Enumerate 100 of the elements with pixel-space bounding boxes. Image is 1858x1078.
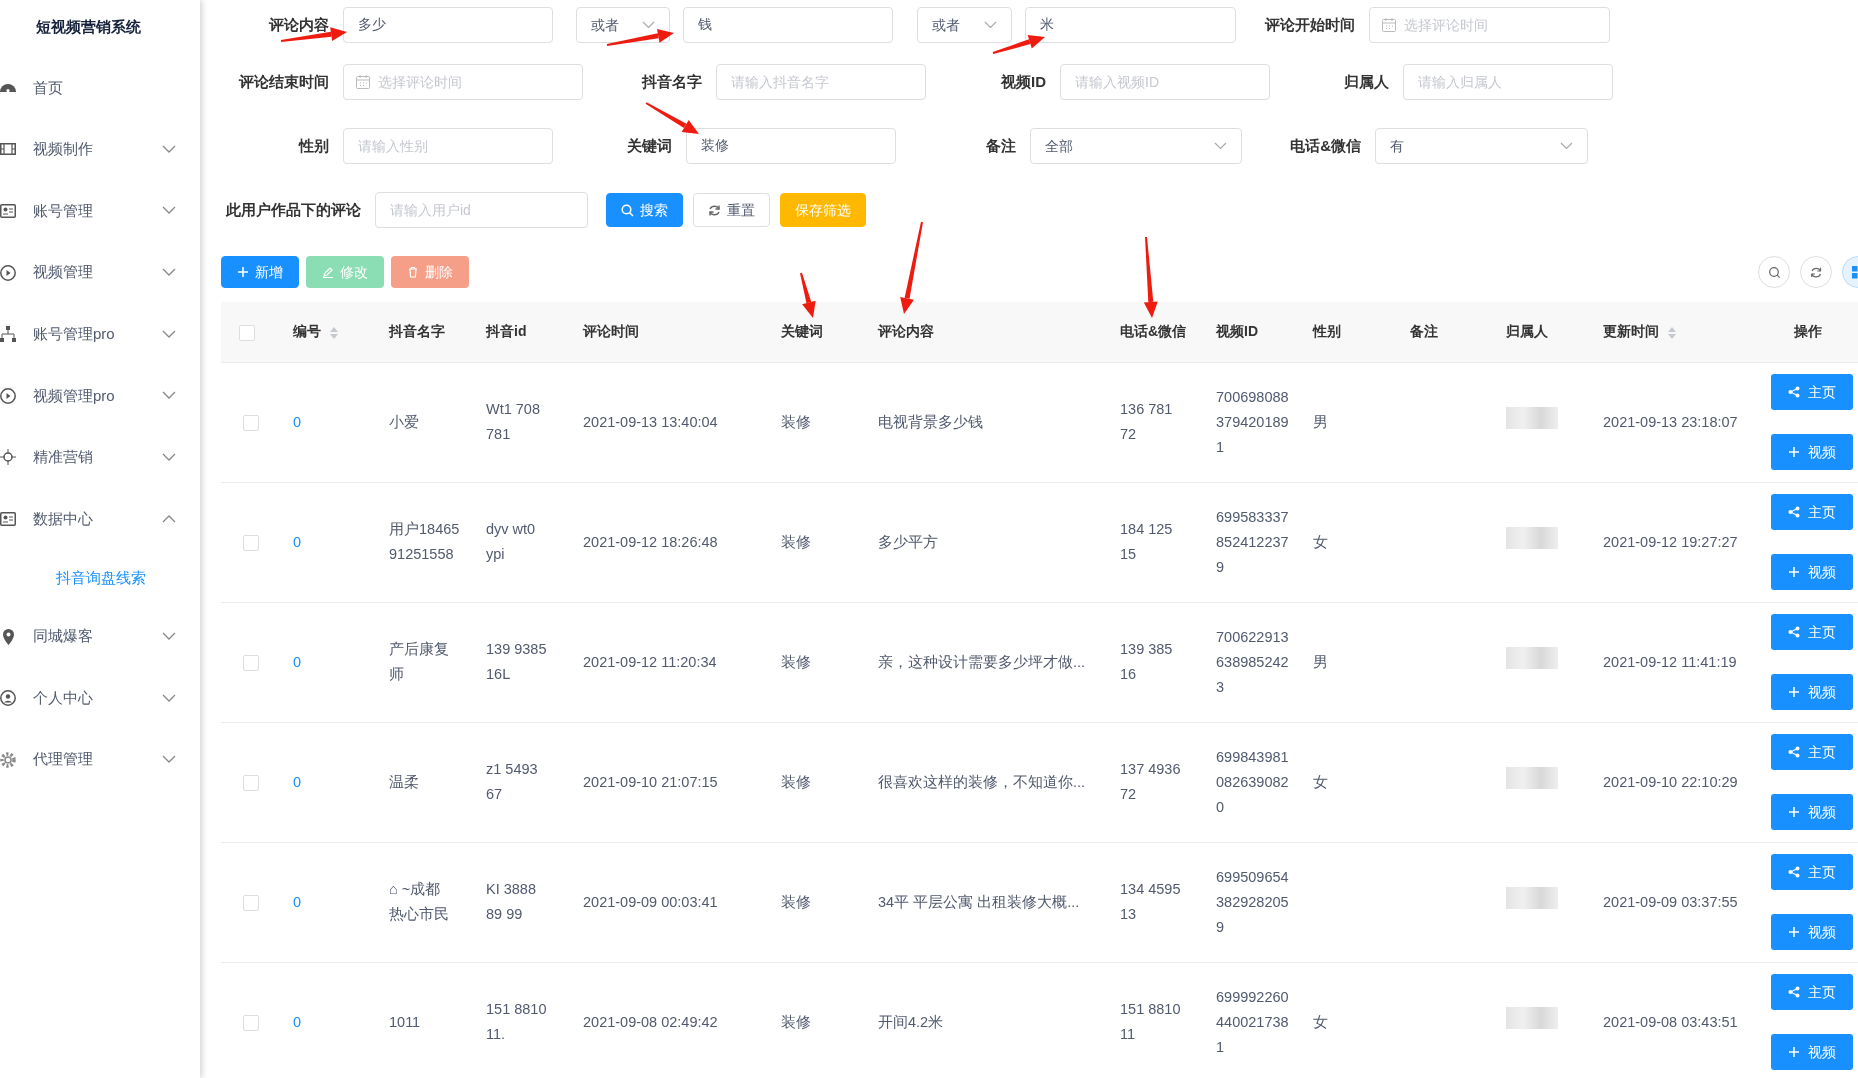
sidebar-item[interactable]: 精准营销	[0, 426, 200, 489]
input-field[interactable]: 装修	[686, 128, 896, 164]
search-button[interactable]	[1758, 256, 1790, 288]
id-link[interactable]: 0	[293, 1013, 302, 1030]
refresh-button[interactable]	[1800, 256, 1832, 288]
id-link[interactable]: 0	[293, 533, 302, 550]
homepage-button[interactable]: 主页	[1771, 494, 1853, 530]
sidebar-item[interactable]: 数据中心	[0, 488, 200, 550]
table-cell: 装修	[781, 893, 811, 910]
field-label: 备注	[986, 136, 1016, 154]
column-header: 视频ID	[1216, 323, 1258, 340]
row-checkbox[interactable]	[243, 894, 259, 911]
add-video-button[interactable]: 视频	[1771, 674, 1853, 710]
row-checkbox[interactable]	[243, 774, 259, 791]
table-cell: 温柔	[389, 773, 419, 790]
homepage-button[interactable]: 主页	[1771, 734, 1853, 770]
table-cell: 产后康复师	[389, 641, 449, 682]
share-icon	[1788, 866, 1800, 878]
homepage-button[interactable]: 主页	[1771, 974, 1853, 1010]
table-cell: 女	[1313, 533, 1328, 550]
table-cell: 151 8810 11	[1120, 1001, 1181, 1042]
add-video-button[interactable]: 视频	[1771, 554, 1853, 590]
table-cell: KI 3888 89 99	[486, 881, 536, 922]
row-checkbox[interactable]	[243, 534, 259, 551]
share-icon	[1788, 746, 1800, 758]
sidebar-item[interactable]: 同城爆客	[0, 605, 200, 668]
calendar-icon	[356, 75, 370, 89]
app-title: 短视频营销系统	[35, 17, 142, 37]
save-filter-button[interactable]: 保存筛选	[780, 193, 866, 227]
sidebar-item[interactable]: 代理管理	[0, 728, 200, 791]
field-label: 视频ID	[1001, 72, 1046, 90]
input-field[interactable]: 多少	[343, 7, 553, 43]
add-video-button[interactable]: 视频	[1771, 1034, 1853, 1070]
table-cell: 女	[1313, 1013, 1328, 1030]
table-cell: 2021-09-12 11:20:34	[583, 653, 717, 670]
homepage-button[interactable]: 主页	[1771, 614, 1853, 650]
plus-icon	[237, 266, 249, 278]
input-field[interactable]: 请输入归属人	[1403, 64, 1613, 100]
dropdown-field[interactable]: 或者	[576, 7, 670, 43]
sidebar-item[interactable]: 视频管理	[0, 241, 200, 304]
plus-icon	[1788, 806, 1800, 818]
dropdown-field[interactable]: 或者	[917, 7, 1012, 43]
calendar-icon	[1382, 18, 1396, 32]
card-icon	[0, 204, 16, 218]
sidebar-item[interactable]: 账号管理	[0, 180, 200, 242]
sort-icon	[329, 325, 339, 340]
row-checkbox[interactable]	[243, 414, 259, 431]
input-field[interactable]: 请输入抖音名字	[716, 64, 926, 100]
table-cell: z1 5493 67	[486, 761, 538, 802]
share-icon	[1788, 986, 1800, 998]
homepage-button[interactable]: 主页	[1771, 374, 1853, 410]
table-cell: 2021-09-13 13:40:04	[583, 413, 718, 430]
table-cell: 开间4.2米	[878, 1013, 944, 1030]
sidebar-item[interactable]: 个人中心	[0, 667, 200, 729]
dropdown-field[interactable]: 全部	[1030, 128, 1242, 164]
table-cell: 2021-09-09 00:03:41	[583, 893, 718, 910]
input-field[interactable]: 请输入视频ID	[1060, 64, 1270, 100]
table-cell: 装修	[781, 653, 811, 670]
table-cell: 电视背景多少钱	[878, 413, 983, 430]
column-header: 操作	[1794, 323, 1822, 340]
input-field[interactable]: 请输入用户id	[375, 192, 588, 228]
id-link[interactable]: 0	[293, 653, 302, 670]
column-header: 更新时间	[1603, 323, 1659, 340]
table-cell: 2021-09-08 03:43:51	[1603, 1013, 1738, 1030]
settings-icon	[0, 751, 16, 768]
add-video-button[interactable]: 视频	[1771, 434, 1853, 470]
reset-button[interactable]: 重置	[693, 193, 770, 227]
sidebar-item[interactable]: 视频管理pro	[0, 364, 200, 427]
table-cell: 小爱	[389, 413, 419, 430]
table-cell: 装修	[781, 1013, 811, 1030]
film-icon	[0, 143, 16, 156]
id-link[interactable]: 0	[293, 413, 302, 430]
sidebar-item[interactable]: 账号管理pro	[0, 303, 200, 365]
table-cell: 装修	[781, 533, 811, 550]
input-field[interactable]: 米	[1025, 7, 1236, 43]
row-checkbox[interactable]	[243, 1014, 259, 1031]
table-cell: 2021-09-10 22:10:29	[1603, 773, 1738, 790]
table-cell: Wt1 708 781	[486, 401, 540, 442]
add-video-button[interactable]: 视频	[1771, 914, 1853, 950]
table-cell: 699992260 440021738 1	[1216, 988, 1289, 1055]
input-field[interactable]: 钱	[683, 7, 893, 43]
sidebar-item[interactable]: 视频制作	[0, 118, 200, 181]
sidebar-subitem[interactable]: 抖音询盘线索	[0, 549, 200, 606]
sidebar-item[interactable]: 首页	[0, 57, 200, 119]
table-cell: 装修	[781, 773, 811, 790]
row-checkbox[interactable]	[243, 654, 259, 671]
column-header: 关键词	[781, 323, 823, 340]
id-link[interactable]: 0	[293, 893, 302, 910]
add-video-button[interactable]: 视频	[1771, 794, 1853, 830]
add-button[interactable]: 新增	[221, 256, 299, 288]
table-cell: 女	[1313, 773, 1328, 790]
id-link[interactable]: 0	[293, 773, 302, 790]
plus-icon	[1788, 446, 1800, 458]
table-cell: 2021-09-10 21:07:15	[583, 773, 718, 790]
share-icon	[1788, 386, 1800, 398]
search-button[interactable]: 搜索	[606, 193, 683, 227]
dropdown-field[interactable]: 有	[1375, 128, 1588, 164]
homepage-button[interactable]: 主页	[1771, 854, 1853, 890]
select-all-checkbox[interactable]	[239, 324, 255, 341]
plus-icon	[1788, 686, 1800, 698]
